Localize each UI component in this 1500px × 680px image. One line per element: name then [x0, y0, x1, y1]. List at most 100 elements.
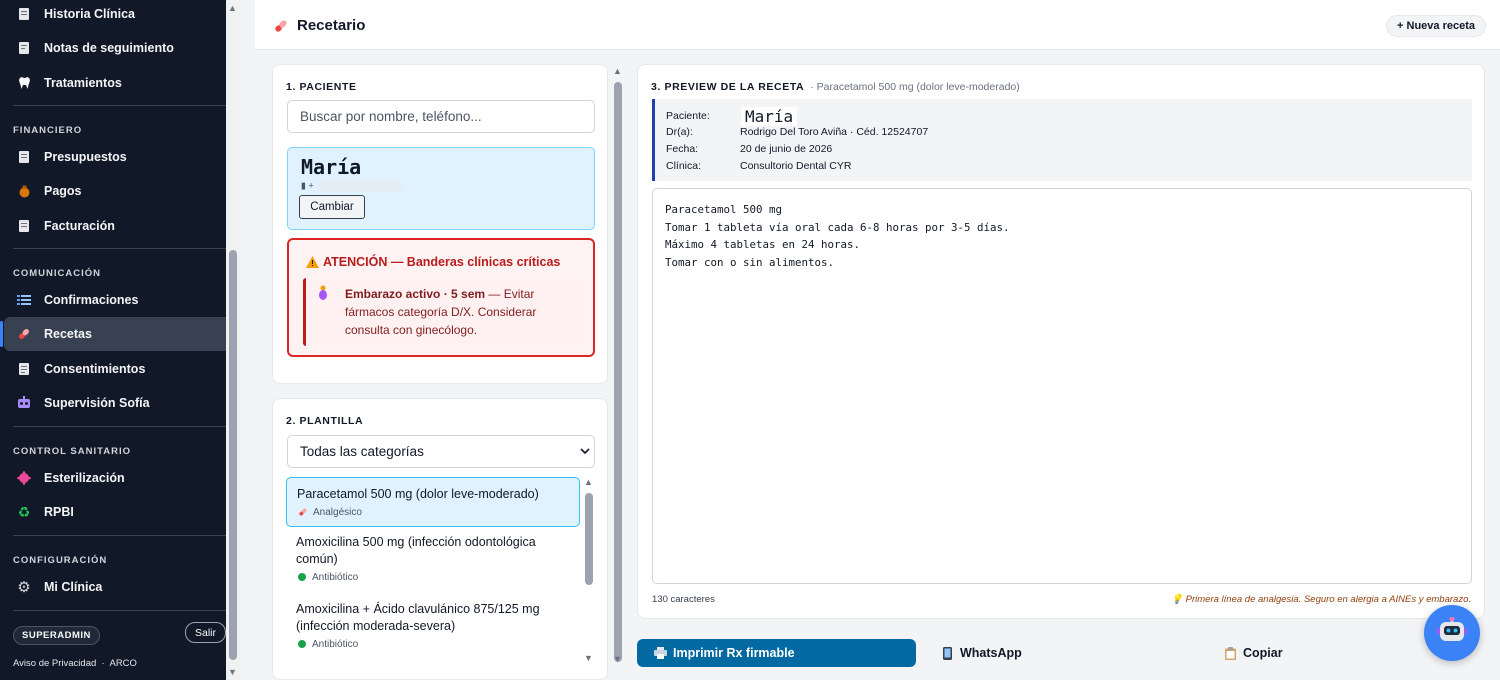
scroll-down-arrow-icon[interactable]: ▼	[584, 653, 593, 663]
sidebar-item-supervision-sofia[interactable]: Supervisión Sofía	[4, 386, 232, 420]
privacy-link[interactable]: Aviso de Privacidad	[13, 658, 96, 669]
sidebar-scrollbar[interactable]: ▲ ▼	[226, 0, 240, 680]
copy-label: Copiar	[1243, 646, 1283, 660]
document-icon	[16, 149, 32, 165]
info-label: Paciente:	[666, 110, 710, 122]
alert-text: Embarazo activo · 5 sem — Evitar fármaco…	[345, 285, 577, 339]
sidebar-item-recetas[interactable]: Recetas	[0, 317, 232, 351]
printer-icon	[653, 645, 667, 661]
print-prescription-button[interactable]: Imprimir Rx firmable	[637, 639, 916, 667]
assistant-bot-button[interactable]	[1424, 605, 1480, 661]
phone-icon	[940, 645, 954, 661]
info-label: Dr(a):	[666, 126, 693, 138]
pill-icon	[297, 506, 309, 518]
preview-section-title: 3. PREVIEW DE LA RECETA · Paracetamol 500…	[651, 81, 1020, 93]
info-label: Clínica:	[666, 160, 702, 172]
sidebar-item-rpbi[interactable]: ♻ RPBI	[4, 495, 232, 529]
section-header-control-sanitario: CONTROL SANITARIO	[13, 446, 131, 457]
sidebar-item-label: Historia Clínica	[44, 7, 135, 21]
page-title: Recetario	[273, 17, 365, 34]
sidebar-divider	[13, 535, 227, 536]
sidebar-item-notas[interactable]: Notas de seguimiento	[4, 31, 232, 65]
pill-icon	[16, 326, 32, 342]
template-item[interactable]: Amoxicilina + Ácido clavulánico 875/125 …	[286, 593, 580, 658]
arco-link[interactable]: ARCO	[109, 658, 136, 669]
info-row-date: Fecha: 20 de junio de 2026	[666, 143, 832, 155]
change-patient-button[interactable]: Cambiar	[299, 195, 365, 219]
template-category-label: Antibiótico	[312, 638, 359, 650]
sidebar-item-facturacion[interactable]: Facturación	[4, 209, 232, 243]
section-header-comunicacion: COMUNICACIÓN	[13, 268, 101, 279]
template-item[interactable]: Paracetamol 500 mg (dolor leve-moderado)…	[286, 477, 580, 527]
sidebar-item-label: Confirmaciones	[44, 293, 139, 307]
patient-name: María	[301, 155, 362, 179]
category-select[interactable]: Todas las categorías	[287, 435, 595, 468]
prescription-text-area[interactable]: Paracetamol 500 mg Tomar 1 tableta vía o…	[652, 188, 1472, 584]
copy-button[interactable]: Copiar	[1207, 639, 1407, 667]
patient-phone: ▮ +	[301, 180, 402, 192]
info-row-patient: Paciente:	[666, 110, 740, 122]
sidebar-item-label: Recetas	[44, 327, 92, 341]
clinical-alert: ATENCIÓN — Banderas clínicas críticas Em…	[287, 238, 595, 357]
scroll-down-arrow-icon[interactable]: ▼	[228, 667, 237, 677]
template-card: 2. PLANTILLA Todas las categorías Parace…	[272, 398, 608, 680]
sidebar-item-presupuestos[interactable]: Presupuestos	[4, 140, 232, 174]
notes-icon	[16, 40, 32, 56]
scrollbar-thumb[interactable]	[229, 250, 237, 660]
sidebar-item-label: Esterilización	[44, 471, 125, 485]
sidebar-item-label: Presupuestos	[44, 150, 127, 164]
invoice-icon	[16, 218, 32, 234]
germ-icon	[296, 571, 308, 583]
sidebar-divider	[13, 610, 227, 611]
phone-prefix: +	[308, 180, 314, 191]
sidebar-item-esterilizacion[interactable]: Esterilización	[4, 461, 232, 495]
sidebar-item-tratamientos[interactable]: Tratamientos	[4, 66, 232, 100]
template-list: Paracetamol 500 mg (dolor leve-moderado)…	[286, 475, 596, 665]
left-column-scrollbar[interactable]: ▲ ▼	[611, 64, 625, 668]
sidebar-item-consentimientos[interactable]: Consentimientos	[4, 352, 232, 386]
whatsapp-button[interactable]: WhatsApp	[924, 639, 1199, 667]
sidebar-item-mi-clinica[interactable]: ⚙ Mi Clínica	[4, 570, 232, 604]
info-label: Fecha:	[666, 143, 699, 155]
info-clinic: Consultorio Dental CYR	[740, 160, 852, 172]
logout-button[interactable]: Salir	[185, 622, 226, 643]
sidebar-item-historia-clinica[interactable]: Historia Clínica	[4, 0, 232, 31]
robot-icon	[16, 395, 32, 411]
role-badge: SUPERADMIN	[13, 626, 100, 645]
clipboard-icon	[1223, 645, 1237, 661]
page-header: Recetario + Nueva receta	[255, 0, 1500, 50]
template-item[interactable]: Amoxicilina 500 mg (infección odontológi…	[286, 526, 580, 591]
template-category: Antibiótico	[296, 638, 570, 650]
phone-icon: ▮	[301, 180, 306, 191]
patient-card: 1. PACIENTE María ▮ + Cambiar ATENCIÓN —…	[272, 64, 608, 384]
sidebar-item-pagos[interactable]: Pagos	[4, 174, 232, 208]
template-list-scrollbar[interactable]: ▲ ▼	[582, 475, 596, 665]
redacted-phone	[316, 180, 402, 192]
scroll-up-arrow-icon[interactable]: ▲	[228, 3, 237, 13]
lightbulb-icon: 💡	[1171, 594, 1184, 605]
scroll-down-arrow-icon[interactable]: ▼	[613, 654, 622, 664]
info-date: 20 de junio de 2026	[740, 143, 833, 155]
template-name: Paracetamol 500 mg (dolor leve-moderado)	[297, 487, 539, 501]
sidebar-item-label: Pagos	[44, 184, 82, 198]
page-title-text: Recetario	[297, 17, 366, 34]
scroll-up-arrow-icon[interactable]: ▲	[584, 477, 593, 487]
sidebar-item-label: Supervisión Sofía	[44, 396, 150, 410]
new-prescription-button[interactable]: + Nueva receta	[1386, 15, 1486, 37]
sidebar-item-confirmaciones[interactable]: Confirmaciones	[4, 283, 232, 317]
alert-bold: Embarazo activo · 5 sem	[345, 287, 486, 301]
sidebar-footer: Aviso de Privacidad · ARCO	[13, 658, 137, 669]
patient-search-input[interactable]	[287, 100, 595, 133]
info-row-clinic: Clínica: Consultorio Dental CYR	[666, 160, 851, 172]
scrollbar-thumb[interactable]	[614, 82, 622, 662]
print-label: Imprimir Rx firmable	[673, 646, 795, 660]
alert-title-text: ATENCIÓN — Banderas clínicas críticas	[323, 255, 561, 269]
template-category-label: Antibiótico	[312, 571, 359, 583]
hint-text: Primera línea de analgesia. Seguro en al…	[1185, 594, 1471, 605]
scrollbar-thumb[interactable]	[585, 493, 593, 585]
form-icon	[16, 361, 32, 377]
scroll-up-arrow-icon[interactable]: ▲	[613, 66, 622, 76]
template-category: Analgésico	[297, 506, 569, 518]
sidebar-divider	[13, 105, 227, 106]
section-header-configuracion: CONFIGURACIÓN	[13, 555, 108, 566]
